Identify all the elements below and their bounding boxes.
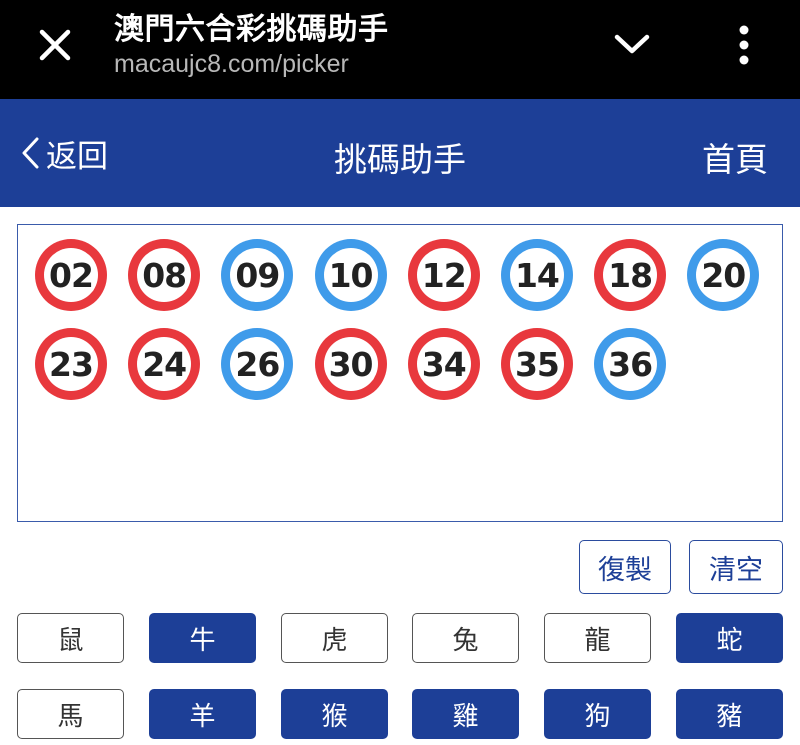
zodiac-button[interactable]: 龍 <box>544 613 651 663</box>
ball-number: 30 <box>328 344 374 384</box>
number-ball[interactable]: 09 <box>221 239 294 311</box>
chevron-down-icon[interactable] <box>608 25 656 65</box>
ball-number: 24 <box>142 344 187 384</box>
zodiac-button[interactable]: 牛 <box>149 613 256 663</box>
number-ball[interactable]: 35 <box>500 328 573 400</box>
ball-number: 36 <box>608 344 653 384</box>
browser-page-title: 澳門六合彩挑碼助手 <box>114 12 389 47</box>
zodiac-button[interactable]: 豬 <box>676 689 783 739</box>
zodiac-button[interactable]: 猴 <box>281 689 388 739</box>
zodiac-button[interactable]: 虎 <box>281 613 388 663</box>
home-button[interactable]: 首頁 <box>702 133 768 181</box>
browser-url[interactable]: macaujc8.com/picker <box>114 50 349 79</box>
ball-number: 10 <box>328 255 374 295</box>
page-title: 挑碼助手 <box>334 140 466 179</box>
app-header: 返回 挑碼助手 首頁 <box>0 99 800 207</box>
number-ball[interactable]: 10 <box>314 239 387 311</box>
zodiac-row-1: 鼠牛虎兔龍蛇 <box>17 613 783 663</box>
number-ball[interactable]: 30 <box>314 328 387 400</box>
zodiac-button[interactable]: 馬 <box>17 689 124 739</box>
zodiac-button[interactable]: 狗 <box>544 689 651 739</box>
clear-button[interactable]: 清空 <box>689 540 783 594</box>
zodiac-button[interactable]: 蛇 <box>676 613 783 663</box>
number-ball[interactable]: 14 <box>500 239 573 311</box>
copy-button[interactable]: 復製 <box>579 540 671 594</box>
back-label: 返回 <box>46 138 108 175</box>
zodiac-button[interactable]: 兔 <box>412 613 519 663</box>
number-ball[interactable]: 02 <box>35 239 107 311</box>
ball-number: 20 <box>701 255 746 295</box>
ball-number: 14 <box>514 255 560 295</box>
ball-number: 12 <box>421 255 467 295</box>
number-ball[interactable]: 26 <box>221 328 294 400</box>
ball-number: 26 <box>235 344 280 384</box>
number-ball[interactable]: 12 <box>407 239 480 311</box>
ball-number: 18 <box>608 255 653 295</box>
number-ball[interactable]: 18 <box>594 239 667 311</box>
ball-number: 35 <box>514 344 560 384</box>
ball-number: 09 <box>235 255 280 295</box>
number-ball[interactable]: 34 <box>407 328 480 400</box>
ball-number: 34 <box>421 344 467 384</box>
zodiac-button[interactable]: 雞 <box>412 689 519 739</box>
number-ball[interactable]: 23 <box>35 328 107 400</box>
number-ball[interactable]: 08 <box>128 239 201 311</box>
zodiac-button[interactable]: 鼠 <box>17 613 124 663</box>
picked-numbers-panel: 02 08 09 10 12 14 18 20 23 24 26 30 34 35 36 <box>17 224 783 522</box>
browser-toolbar: 澳門六合彩挑碼助手 macaujc8.com/picker <box>0 0 800 99</box>
back-button[interactable]: 返回 <box>18 131 108 175</box>
more-vert-icon[interactable] <box>724 20 764 70</box>
ball-number: 23 <box>49 344 94 384</box>
zodiac-button[interactable]: 羊 <box>149 689 256 739</box>
ball-number: 08 <box>142 255 187 295</box>
number-ball[interactable]: 20 <box>687 239 760 311</box>
chevron-left-icon <box>22 137 39 169</box>
number-ball[interactable]: 36 <box>594 328 667 400</box>
zodiac-row-2: 馬羊猴雞狗豬 <box>17 689 783 739</box>
ball-grid: 02 08 09 10 12 14 18 20 23 24 26 30 34 35 36 <box>35 239 775 417</box>
close-icon[interactable] <box>32 20 80 68</box>
ball-number: 02 <box>49 255 94 295</box>
number-ball[interactable]: 24 <box>128 328 201 400</box>
